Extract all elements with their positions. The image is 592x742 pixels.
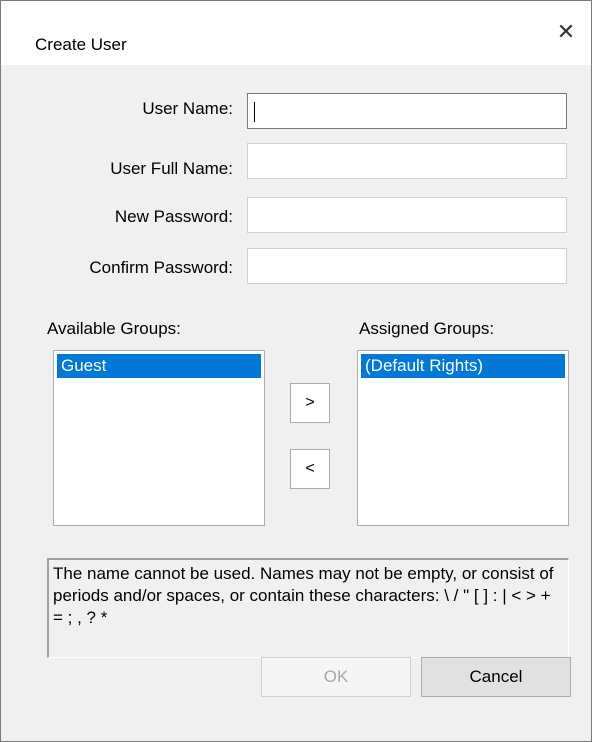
list-item[interactable]: (Default Rights) xyxy=(361,354,565,378)
available-groups-label: Available Groups: xyxy=(47,319,181,338)
list-item[interactable]: Guest xyxy=(57,354,261,378)
assigned-groups-label: Assigned Groups: xyxy=(359,319,495,338)
close-icon[interactable]: ✕ xyxy=(549,15,583,49)
title-bar: Create User ✕ xyxy=(1,1,591,65)
assigned-groups-list[interactable]: (Default Rights) xyxy=(357,350,569,526)
dialog-title: Create User xyxy=(35,35,127,54)
confirm-password-field[interactable] xyxy=(247,248,567,284)
user-name-input[interactable] xyxy=(248,94,566,128)
user-full-name-input[interactable] xyxy=(248,144,566,178)
user-name-label: User Name: xyxy=(142,99,233,118)
confirm-password-label: Confirm Password: xyxy=(89,258,233,277)
remove-group-button[interactable]: < xyxy=(290,449,330,489)
available-groups-list[interactable]: Guest xyxy=(53,350,265,526)
new-password-input[interactable] xyxy=(248,198,566,232)
cancel-button[interactable]: Cancel xyxy=(421,657,571,697)
user-full-name-field[interactable] xyxy=(247,143,567,179)
validation-message: The name cannot be used. Names may not b… xyxy=(47,558,569,658)
dialog-body: User Name: User Full Name: New Password:… xyxy=(1,65,591,741)
add-group-button[interactable]: > xyxy=(290,383,330,423)
user-name-field[interactable] xyxy=(247,93,567,129)
create-user-dialog: Create User ✕ User Name: User Full Name:… xyxy=(0,0,592,742)
new-password-field[interactable] xyxy=(247,197,567,233)
user-full-name-label: User Full Name: xyxy=(110,159,233,178)
text-caret xyxy=(254,102,255,122)
confirm-password-input[interactable] xyxy=(248,249,566,283)
ok-button[interactable]: OK xyxy=(261,657,411,697)
new-password-label: New Password: xyxy=(114,207,233,226)
